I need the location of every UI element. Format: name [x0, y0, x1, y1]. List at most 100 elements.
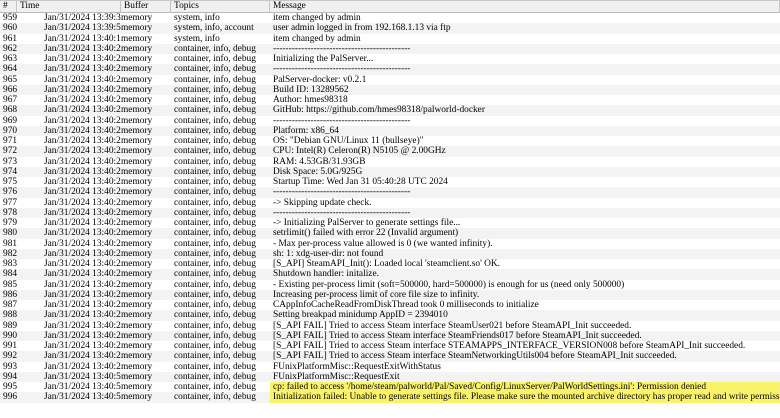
row-message: FUnixPlatformMisc::RequestExit	[273, 371, 400, 382]
table-row[interactable]: 965 Jan/31/2024 13:40:28 memory container, …	[0, 75, 780, 85]
row-buffer: memory	[121, 64, 153, 75]
row-topics: container, info, debug	[174, 218, 256, 228]
table-row[interactable]: 976 Jan/31/2024 13:40:28 memory container, …	[0, 187, 780, 198]
table-row[interactable]: 977 Jan/31/2024 13:40:28 memory container, …	[0, 198, 780, 208]
row-number: 996	[3, 392, 17, 403]
column-header-message[interactable]: Message	[270, 1, 780, 12]
table-row[interactable]: 988 Jan/31/2024 13:40:28 memory container, …	[0, 310, 780, 321]
row-number: 983	[3, 259, 17, 269]
row-topics: container, info, debug	[174, 54, 256, 64]
row-time: Jan/31/2024 13:40:28	[44, 146, 121, 157]
row-time: Jan/31/2024 13:40:28	[44, 248, 121, 259]
log-header: # Time Buffer Topics Message	[0, 1, 780, 13]
row-message: Platform: x86_64	[273, 125, 339, 136]
table-row[interactable]: 995 Jan/31/2024 13:40:58 memory container, …	[0, 382, 780, 393]
table-row[interactable]: 992 Jan/31/2024 13:40:29 memory container, …	[0, 351, 780, 362]
table-row[interactable]: 960 Jan/31/2024 13:39:50 memory system, inf…	[0, 23, 780, 34]
row-time: Jan/31/2024 13:40:28	[44, 279, 121, 290]
table-row[interactable]: 990 Jan/31/2024 13:40:28 memory container, …	[0, 330, 780, 341]
row-message: Disk Space: 5.0G/925G	[273, 166, 363, 177]
row-number: 974	[3, 166, 17, 177]
row-buffer: memory	[121, 13, 153, 23]
row-topics: container, info, debug	[174, 259, 256, 269]
row-number: 977	[3, 197, 17, 208]
row-time: Jan/31/2024 13:40:12	[44, 33, 121, 44]
table-row[interactable]: 983 Jan/31/2024 13:40:28 memory container, …	[0, 259, 780, 269]
table-row[interactable]: 989 Jan/31/2024 13:40:28 memory container, …	[0, 321, 780, 331]
table-row[interactable]: 980 Jan/31/2024 13:40:28 memory container, …	[0, 228, 780, 239]
row-time: Jan/31/2024 13:40:20	[44, 54, 121, 64]
row-buffer: memory	[121, 351, 153, 362]
table-row[interactable]: 967 Jan/31/2024 13:40:28 memory container, …	[0, 95, 780, 105]
log-table: # Time Buffer Topics Message 959 Jan/31/2…	[0, 0, 780, 418]
table-row[interactable]: 973 Jan/31/2024 13:40:28 memory container, …	[0, 157, 780, 167]
row-number: 971	[3, 136, 17, 146]
row-time: Jan/31/2024 13:40:29	[44, 361, 121, 372]
row-buffer: memory	[121, 248, 153, 259]
table-row[interactable]: 962 Jan/31/2024 13:40:20 memory container, …	[0, 43, 780, 54]
row-number: 968	[3, 105, 17, 116]
column-header-buffer[interactable]: Buffer	[121, 1, 171, 12]
row-number: 990	[3, 330, 17, 341]
row-number: 993	[3, 361, 17, 372]
table-row[interactable]: 978 Jan/31/2024 13:40:28 memory container, …	[0, 207, 780, 218]
row-topics: container, info, debug	[174, 84, 256, 95]
row-topics: container, info, debug	[174, 105, 256, 116]
table-row[interactable]: 981 Jan/31/2024 13:40:28 memory container, …	[0, 239, 780, 249]
table-row[interactable]: 961 Jan/31/2024 13:40:12 memory system, inf…	[0, 34, 780, 44]
row-buffer: memory	[121, 392, 153, 403]
table-row[interactable]: 994 Jan/31/2024 13:40:58 memory container, …	[0, 371, 780, 382]
row-buffer: memory	[121, 177, 153, 187]
row-message: Author: hmes98318	[273, 95, 348, 105]
row-time: Jan/31/2024 13:40:28	[44, 228, 121, 239]
row-buffer: memory	[121, 84, 153, 95]
row-topics: container, info, debug	[174, 392, 256, 403]
table-row[interactable]: 963 Jan/31/2024 13:40:20 memory container, …	[0, 54, 780, 64]
table-row[interactable]: 996 Jan/31/2024 13:40:58 memory container, …	[0, 392, 780, 403]
table-row[interactable]: 966 Jan/31/2024 13:40:28 memory container, …	[0, 84, 780, 95]
table-row[interactable]: 975 Jan/31/2024 13:40:28 memory container, …	[0, 177, 780, 187]
row-number: 976	[3, 187, 17, 198]
row-number: 986	[3, 289, 17, 300]
table-row[interactable]: 974 Jan/31/2024 13:40:28 memory container, …	[0, 166, 780, 177]
row-number: 989	[3, 320, 17, 331]
row-message: Build ID: 13289562	[273, 84, 349, 95]
table-row[interactable]: 959 Jan/31/2024 13:39:30 memory system, inf…	[0, 13, 780, 23]
row-buffer: memory	[121, 218, 153, 228]
row-message: ----------------------------------------…	[273, 187, 411, 198]
column-header-time[interactable]: Time	[17, 1, 121, 12]
row-topics: container, info, debug	[174, 382, 256, 392]
table-row[interactable]: 972 Jan/31/2024 13:40:28 memory container, …	[0, 146, 780, 157]
table-row[interactable]: 971 Jan/31/2024 13:40:28 memory container, …	[0, 136, 780, 146]
table-row[interactable]: 969 Jan/31/2024 13:40:28 memory container, …	[0, 116, 780, 126]
table-row[interactable]: 984 Jan/31/2024 13:40:28 memory container, …	[0, 269, 780, 280]
row-number: 975	[3, 177, 17, 187]
row-topics: container, info, debug	[174, 341, 256, 351]
table-row[interactable]: 968 Jan/31/2024 13:40:28 memory container, …	[0, 105, 780, 116]
row-buffer: memory	[121, 136, 153, 146]
row-message: Shutdown handler: initalize.	[273, 269, 379, 280]
row-time: Jan/31/2024 13:40:28	[44, 84, 121, 95]
row-number: 988	[3, 310, 17, 321]
table-row[interactable]: 987 Jan/31/2024 13:40:28 memory container, …	[0, 300, 780, 310]
table-row[interactable]: 986 Jan/31/2024 13:40:28 memory container, …	[0, 289, 780, 300]
table-row[interactable]: 991 Jan/31/2024 13:40:29 memory container, …	[0, 341, 780, 351]
row-number: 963	[3, 54, 17, 64]
row-topics: container, info, debug	[174, 156, 256, 167]
column-header-topics[interactable]: Topics	[171, 1, 270, 12]
row-number: 985	[3, 279, 17, 290]
table-row[interactable]: 993 Jan/31/2024 13:40:29 memory container, …	[0, 362, 780, 372]
row-buffer: memory	[121, 382, 153, 392]
row-time: Jan/31/2024 13:40:28	[44, 238, 121, 249]
column-header-number[interactable]: #	[0, 1, 17, 12]
row-number: 962	[3, 43, 17, 54]
row-time: Jan/31/2024 13:39:50	[44, 23, 121, 34]
row-message: Initialization failed: Unable to generat…	[270, 392, 780, 403]
row-topics: container, info, debug	[174, 238, 256, 249]
table-row[interactable]: 985 Jan/31/2024 13:40:28 memory container, …	[0, 280, 780, 290]
row-time: Jan/31/2024 13:40:28	[44, 177, 121, 187]
table-row[interactable]: 982 Jan/31/2024 13:40:28 memory container, …	[0, 248, 780, 259]
table-row[interactable]: 970 Jan/31/2024 13:40:28 memory container, …	[0, 125, 780, 136]
table-row[interactable]: 964 Jan/31/2024 13:40:28 memory container, …	[0, 64, 780, 75]
table-row[interactable]: 979 Jan/31/2024 13:40:28 memory container, …	[0, 218, 780, 228]
